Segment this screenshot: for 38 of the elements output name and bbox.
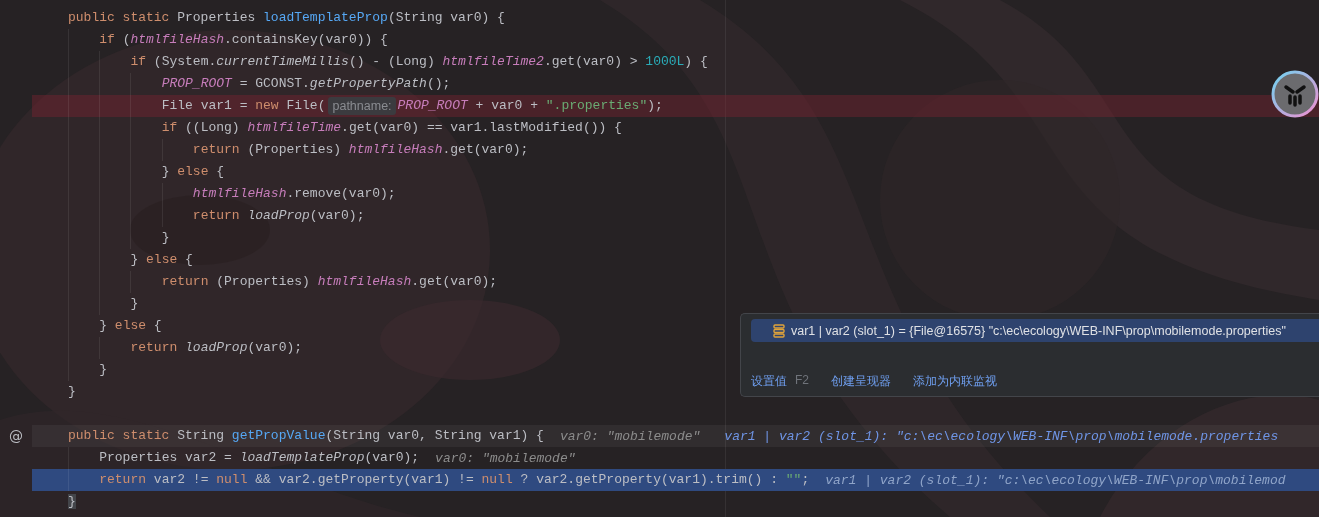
code-text: } xyxy=(68,493,76,511)
stack-icon xyxy=(773,323,785,338)
code-text: return loadProp(var0); xyxy=(130,339,303,357)
inline-value-hint: var1 | var2 (slot_1): "c:\ec\ecology\WEB-INF\prop\mobilemod xyxy=(825,472,1286,488)
variable-value: var1 | var2 (slot_1) = {File@16575} "c:\ec\ecology\WEB-INF\prop\mobilemode.properties" xyxy=(791,323,1286,338)
code-text: } xyxy=(130,295,139,313)
code-text: public static String getPropValue(String var0, String var1) { xyxy=(68,427,544,445)
code-text: if (htmlfileHash.containsKey(var0)) { xyxy=(99,31,388,49)
code-text: } else { xyxy=(130,251,193,269)
inline-watch-hint: var1 | var2 (slot_1): "c:\ec\ecology\WEB-INF\prop\mobilemode.properties xyxy=(724,428,1279,444)
code-text: if ((Long) htmlfileTime.get(var0) == var1.lastModified()) { xyxy=(161,119,622,137)
code-text: Properties var2 = loadTemplateProp(var0); xyxy=(99,449,420,467)
code-text: return loadProp(var0); xyxy=(192,207,365,225)
code-text: if (System.currentTimeMillis() - (Long) htmlfileTime2.get(var0) > 1000L) { xyxy=(130,53,708,71)
code-text: public static Properties loadTemplateProp(String var0) { xyxy=(68,9,505,27)
code-text: PROP_ROOT + var0 + ".properties"); xyxy=(397,97,663,115)
code-text: htmlfileHash.remove(var0); xyxy=(192,185,396,203)
code-text: } xyxy=(99,361,108,379)
action-link[interactable]: 添加为内联监视 xyxy=(913,373,997,390)
logo-icon[interactable] xyxy=(1271,70,1319,118)
inline-value-hint: var0: "mobilemode" xyxy=(559,428,701,444)
code-text: return (Properties) htmlfileHash.get(var0); xyxy=(161,273,498,291)
shortcut-hint: F2 xyxy=(795,373,809,389)
code-text: } else { xyxy=(99,317,162,335)
code-text: } else { xyxy=(161,163,225,181)
variable-row[interactable]: var1 | var2 (slot_1) = {File@16575} "c:\ec\ecology\WEB-INF\prop\mobilemode.properties" xyxy=(751,319,1319,342)
code-text: return (Properties) htmlfileHash.get(var0); xyxy=(192,141,529,159)
code-text: File var1 = new File( xyxy=(161,97,326,115)
override-marker[interactable]: @ xyxy=(9,428,23,444)
parameter-hint: pathname: xyxy=(328,97,396,115)
action-link[interactable]: 设置值 F2 xyxy=(751,373,809,390)
action-link[interactable]: 创建呈现器 xyxy=(831,373,891,390)
inline-value-hint: var0: "mobilemode" xyxy=(435,450,576,466)
action-label: 设置值 xyxy=(751,373,787,390)
code-text: } xyxy=(68,383,76,401)
code-text: return var2 != null && var2.getProperty(var1) != null ? var2.getProperty(var1).trim() : ""; xyxy=(99,471,810,489)
code-text: } xyxy=(161,229,170,247)
code-text: PROP_ROOT = GCONST.getPropertyPath(); xyxy=(161,75,451,93)
